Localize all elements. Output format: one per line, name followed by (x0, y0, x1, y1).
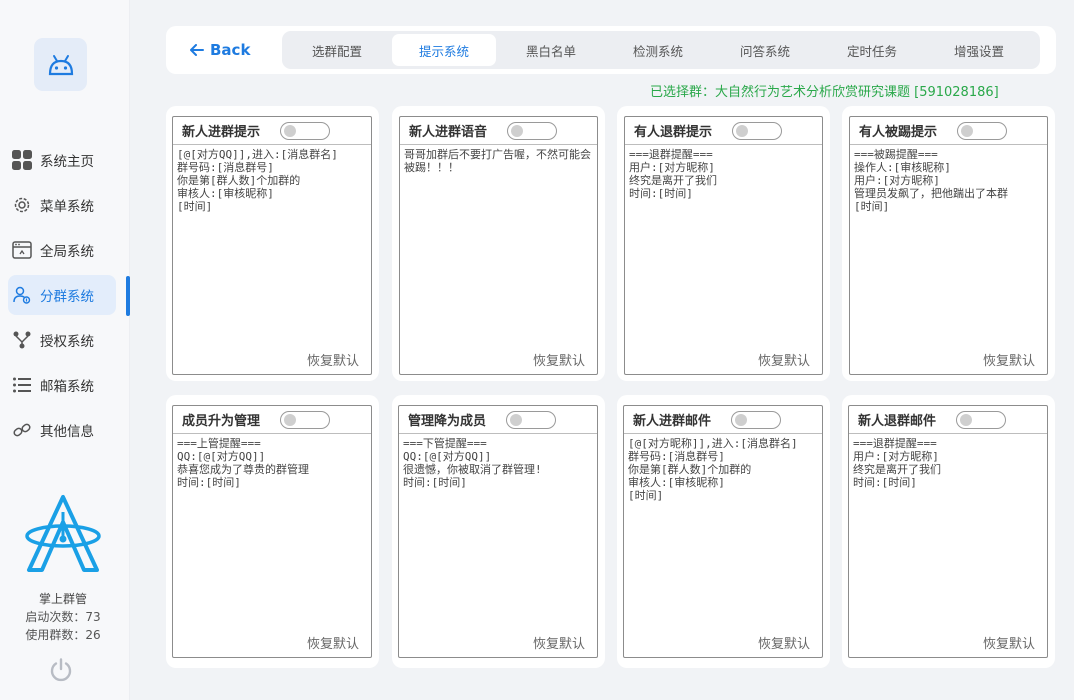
sidebar-item-label: 授权系统 (40, 334, 94, 350)
card-header: 新人退群邮件 (849, 406, 1047, 434)
card-demote-admin: 管理降为成员 ===下管提醒=== QQ:[@[对方QQ]] 很遗憾，你被取消了… (392, 395, 605, 668)
launch-count: 启动次数：73 (25, 610, 101, 624)
message-textarea[interactable]: ===退群提醒=== 用户:[对方昵称] 终究是离开了我们 时间:[时间] (849, 434, 1047, 489)
sidebar-item-label: 菜单系统 (40, 199, 94, 215)
reset-default-button[interactable]: 恢复默认 (533, 350, 585, 369)
sidebar-item-label: 邮箱系统 (40, 379, 94, 395)
card-promote-admin: 成员升为管理 ===上管提醒=== QQ:[@[对方QQ]] 恭喜您成为了尊贵的… (166, 395, 379, 668)
card-title: 成员升为管理 (182, 414, 261, 429)
active-indicator (126, 276, 130, 316)
tab-bar: 选群配置 提示系统 黑白名单 检测系统 问答系统 定时任务 增强设置 (282, 31, 1040, 69)
enable-toggle[interactable] (280, 121, 331, 140)
card-inner: 新人进群提示 [@[对方QQ]],进入:[消息群名] 群号码:[消息群号] 你是… (172, 116, 372, 375)
sidebar-item-global[interactable]: 全局系统 (8, 230, 116, 270)
card-title: 管理降为成员 (408, 414, 487, 429)
card-header: 有人被踢提示 (850, 117, 1047, 145)
enable-toggle[interactable] (280, 410, 331, 429)
sidebar-item-menu[interactable]: 菜单系统 (8, 185, 116, 225)
card-inner: 管理降为成员 ===下管提醒=== QQ:[@[对方QQ]] 很遗憾，你被取消了… (398, 405, 598, 658)
back-label: Back (210, 41, 251, 59)
android-app-icon (34, 38, 87, 91)
grid-icon (11, 149, 33, 171)
sidebar-item-label: 系统主页 (40, 154, 94, 170)
enable-toggle[interactable] (956, 410, 1007, 429)
card-join-notice: 新人进群提示 [@[对方QQ]],进入:[消息群名] 群号码:[消息群号] 你是… (166, 106, 379, 381)
reset-default-button[interactable]: 恢复默认 (758, 633, 810, 652)
card-title: 有人退群提示 (634, 125, 713, 140)
tab-enhanced[interactable]: 增强设置 (927, 34, 1031, 66)
tab-schedule[interactable]: 定时任务 (820, 34, 924, 66)
top-bar: Back 选群配置 提示系统 黑白名单 检测系统 问答系统 定时任务 增强设置 (166, 26, 1056, 74)
reset-default-button[interactable]: 恢复默认 (983, 350, 1035, 369)
gear-icon (11, 194, 33, 216)
sidebar-item-label: 分群系统 (40, 289, 94, 305)
message-textarea[interactable]: ===被踢提醒=== 操作人:[审核昵称] 用户:[对方昵称] 管理员发飙了，把… (850, 145, 1047, 213)
card-title: 新人进群提示 (182, 125, 261, 140)
card-inner: 新人进群语音 哥哥加群后不要打广告喔，不然可能会被踢！！！ 恢复默认 (399, 116, 598, 375)
card-header: 新人进群提示 (173, 117, 371, 145)
reset-default-button[interactable]: 恢复默认 (758, 350, 810, 369)
message-textarea[interactable]: ===退群提醒=== 用户:[对方昵称] 终究是离开了我们 时间:[时间] (625, 145, 822, 200)
card-leave-notice: 有人退群提示 ===退群提醒=== 用户:[对方昵称] 终究是离开了我们 时间:… (617, 106, 830, 381)
sidebar-item-label: 全局系统 (40, 244, 94, 260)
sidebar-item-label: 其他信息 (40, 424, 94, 440)
card-header: 新人进群邮件 (624, 406, 822, 434)
card-inner: 新人进群邮件 [@[对方昵称]],进入:[消息群名] 群号码:[消息群号] 你是… (623, 405, 823, 658)
card-inner: 有人被踢提示 ===被踢提醒=== 操作人:[审核昵称] 用户:[对方昵称] 管… (849, 116, 1048, 375)
message-textarea[interactable]: 哥哥加群后不要打广告喔，不然可能会被踢！！！ (400, 145, 597, 174)
link-icon (11, 419, 33, 441)
list-icon (11, 374, 33, 396)
card-leave-mail: 新人退群邮件 ===退群提醒=== 用户:[对方昵称] 终究是离开了我们 时间:… (842, 395, 1055, 668)
card-title: 新人进群语音 (409, 125, 488, 140)
back-button[interactable]: Back (190, 37, 250, 63)
sidebar-item-home[interactable]: 系统主页 (8, 140, 116, 180)
user-group-icon (11, 284, 33, 306)
card-title: 新人退群邮件 (858, 414, 937, 429)
card-join-voice: 新人进群语音 哥哥加群后不要打广告喔，不然可能会被踢！！！ 恢复默认 (392, 106, 605, 381)
message-textarea[interactable]: [@[对方昵称]],进入:[消息群名] 群号码:[消息群号] 你是第[群人数]个… (624, 434, 822, 502)
sidebar: 系统主页 菜单系统 全局系统 分群系统 授权系统 邮箱系统 其他信息 掌上群管 … (0, 0, 130, 700)
brand-name: 掌上群管 (38, 592, 87, 606)
message-textarea[interactable]: ===上管提醒=== QQ:[@[对方QQ]] 恭喜您成为了尊贵的群管理 时间:… (173, 434, 371, 489)
message-textarea[interactable]: ===下管提醒=== QQ:[@[对方QQ]] 很遗憾，你被取消了群管理! 时间… (399, 434, 597, 489)
card-title: 新人进群邮件 (633, 414, 712, 429)
brand-logo (24, 494, 102, 574)
card-inner: 新人退群邮件 ===退群提醒=== 用户:[对方昵称] 终究是离开了我们 时间:… (848, 405, 1048, 658)
card-inner: 成员升为管理 ===上管提醒=== QQ:[@[对方QQ]] 恭喜您成为了尊贵的… (172, 405, 372, 658)
tab-notification[interactable]: 提示系统 (392, 34, 496, 66)
reset-default-button[interactable]: 恢复默认 (983, 633, 1035, 652)
group-count: 使用群数：26 (25, 628, 101, 642)
tab-qa[interactable]: 问答系统 (713, 34, 817, 66)
tab-group-config[interactable]: 选群配置 (285, 34, 389, 66)
sidebar-item-other[interactable]: 其他信息 (8, 410, 116, 450)
message-textarea[interactable]: [@[对方QQ]],进入:[消息群名] 群号码:[消息群号] 你是第[群人数]个… (173, 145, 371, 213)
branch-icon (11, 329, 33, 351)
selected-group-label: 已选择群：大自然行为艺术分析欣赏研究课题 [591028186] (650, 85, 999, 100)
enable-toggle[interactable] (732, 121, 783, 140)
card-header: 成员升为管理 (173, 406, 371, 434)
card-join-mail: 新人进群邮件 [@[对方昵称]],进入:[消息群名] 群号码:[消息群号] 你是… (617, 395, 830, 668)
card-kick-notice: 有人被踢提示 ===被踢提醒=== 操作人:[审核昵称] 用户:[对方昵称] 管… (842, 106, 1055, 381)
card-header: 管理降为成员 (399, 406, 597, 434)
power-icon[interactable] (48, 657, 74, 683)
window-icon (11, 239, 33, 261)
enable-toggle[interactable] (506, 410, 557, 429)
card-header: 有人退群提示 (625, 117, 822, 145)
card-header: 新人进群语音 (400, 117, 597, 145)
sidebar-item-group[interactable]: 分群系统 (8, 275, 116, 315)
reset-default-button[interactable]: 恢复默认 (307, 350, 359, 369)
enable-toggle[interactable] (731, 410, 782, 429)
sidebar-item-mail[interactable]: 邮箱系统 (8, 365, 116, 405)
tab-blacklist[interactable]: 黑白名单 (499, 34, 603, 66)
enable-toggle[interactable] (507, 121, 558, 140)
reset-default-button[interactable]: 恢复默认 (307, 633, 359, 652)
tab-detection[interactable]: 检测系统 (606, 34, 710, 66)
card-title: 有人被踢提示 (859, 125, 938, 140)
sidebar-item-auth[interactable]: 授权系统 (8, 320, 116, 360)
enable-toggle[interactable] (957, 121, 1008, 140)
arrow-left-icon (190, 44, 204, 56)
reset-default-button[interactable]: 恢复默认 (533, 633, 585, 652)
card-inner: 有人退群提示 ===退群提醒=== 用户:[对方昵称] 终究是离开了我们 时间:… (624, 116, 823, 375)
